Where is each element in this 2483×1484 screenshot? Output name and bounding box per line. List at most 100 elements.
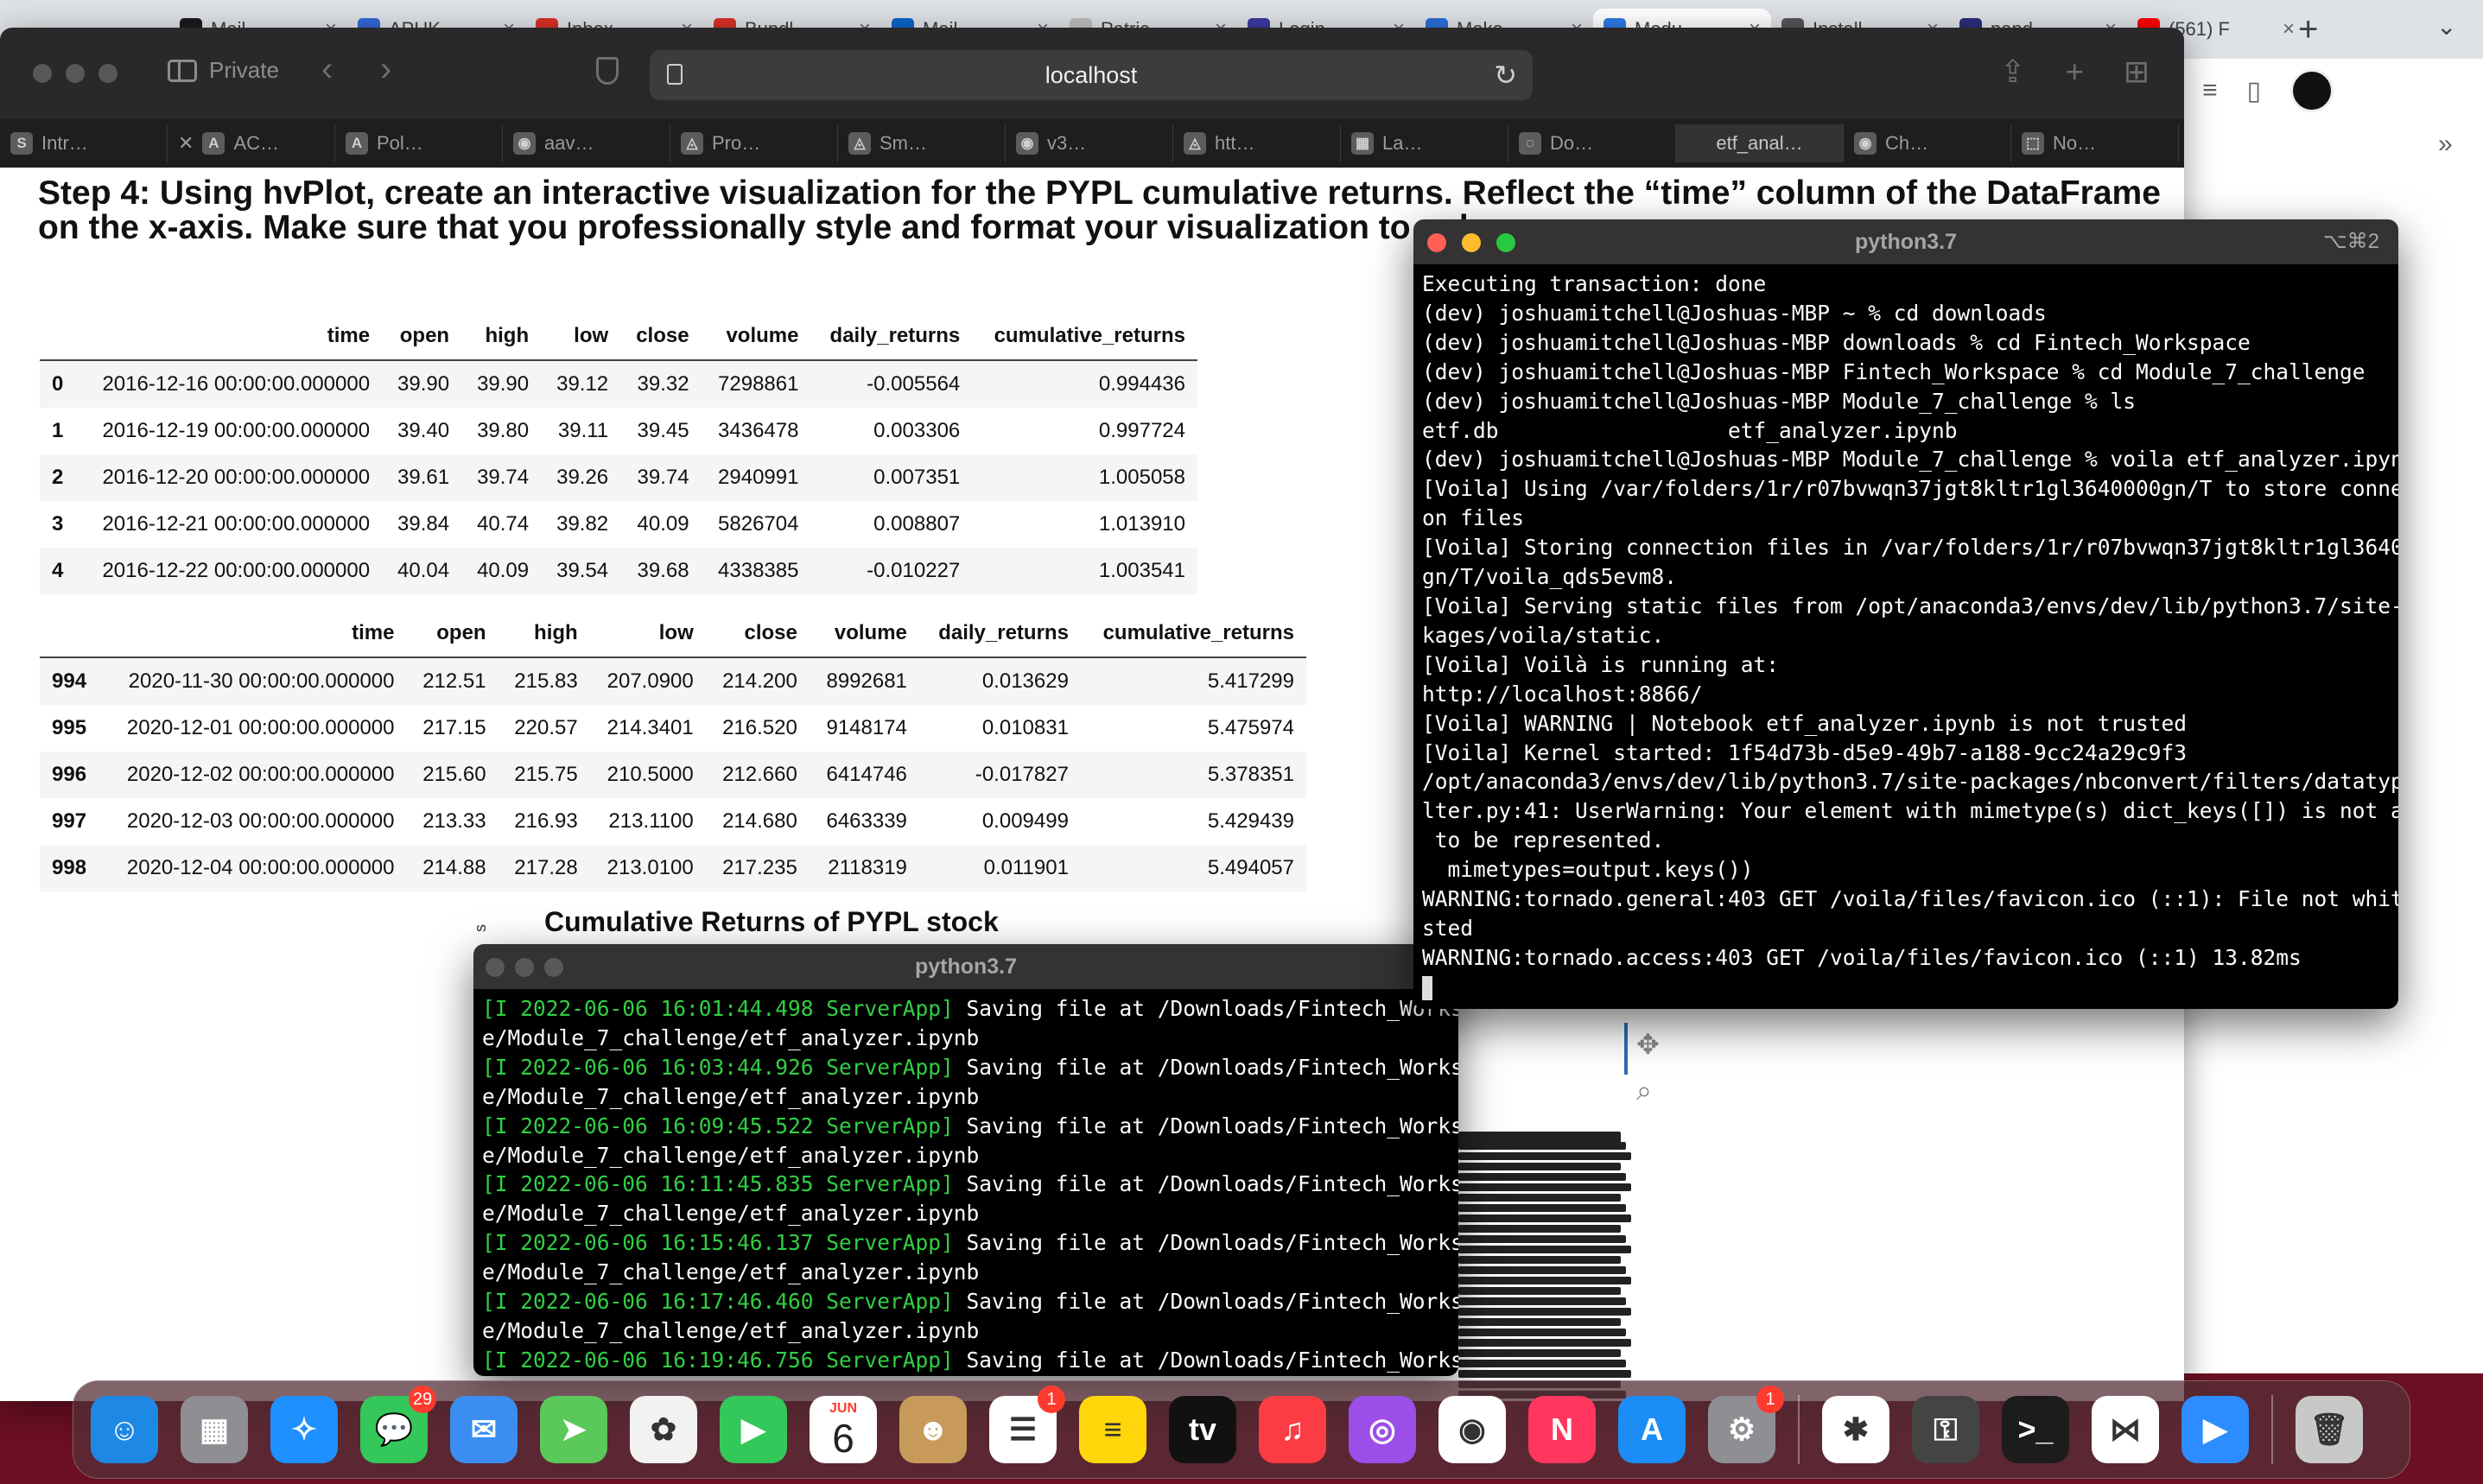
chrome-tab-search-button[interactable]: ⌄ [2436,12,2456,41]
terminal-line: [Voila] Kernel started: 1f54d73b-d5e9-49… [1422,739,2188,765]
dock-app-trash[interactable]: 🗑 [2296,1396,2363,1463]
dock: ☺ ▦ ✧ 💬 29 ✉ ➤ ✿ ▶ JUN 6 ☻ ☰ 1 ≡ tv ♫ ◎ ◉ N A ⚙ 1 ✱ ⚿ >_ ⋈ ▶ 🗑 [73,1380,2410,1479]
dock-app-messages[interactable]: 💬 29 [360,1386,436,1463]
terminal-window-voila[interactable]: python3.7 ⌥⌘2 Executing transaction: don… [1413,219,2398,1009]
table-body: 0 2016-12-16 00:00:00.000000 39.90 39.90 39.… [40,360,1197,594]
close-window-button[interactable] [33,64,52,83]
new-tab-icon[interactable]: + [2066,54,2084,90]
dock-app-reminders[interactable]: ☰ 1 [989,1386,1065,1463]
plot-stripe [1458,1349,1621,1357]
safari-tab[interactable]: ◬ Pro… [670,124,838,162]
reload-icon[interactable]: ↻ [1494,59,1517,92]
dock-app-contacts[interactable]: ☻ [899,1396,967,1463]
plot-stripe [1458,1277,1631,1284]
back-button[interactable]: ‹ [321,50,333,89]
dock-app-chrome[interactable]: ◉ [1438,1396,1506,1463]
minimize-window-button[interactable] [1462,233,1481,252]
column-header: open [382,313,462,361]
dock-app-mail[interactable]: ✉ [450,1396,518,1463]
dock-app-podcasts[interactable]: ◎ [1349,1396,1416,1463]
safari-tab[interactable]: A Pol… [335,124,503,162]
log-message: Saving file at /Downloads/Fintech_Worksp… [953,1171,1458,1197]
dock-app-apple-tv[interactable]: tv [1169,1396,1236,1463]
table-cell: 7298861 [718,372,799,396]
dock-app-system-preferences[interactable]: ⚙ 1 [1708,1386,1784,1463]
chrome-new-tab-button[interactable]: + [2298,10,2318,49]
dock-app-vscode[interactable]: ⋈ [2092,1396,2159,1463]
sidebar-toggle[interactable]: Private [168,57,279,84]
safari-tab[interactable]: ◉ aav… [503,124,670,162]
plot-stripe [1458,1360,1626,1367]
terminal-line: [I 2022-06-06 16:11:45.835 ServerApp] Sa… [482,1170,1458,1199]
terminal-window-jupyter[interactable]: python3.7 [I 2022-06-06 16:01:44.498 Ser… [473,944,1458,1376]
log-timestamp: [I 2022-06-06 16:09:45.522 ServerApp] [482,1113,954,1138]
side-panel-icon[interactable]: ▯ [2247,76,2262,106]
share-icon[interactable]: ⇪ [2000,54,2026,90]
terminal-line: mimetypes=output.keys()) [1422,857,1754,883]
minimize-window-button[interactable] [515,958,534,977]
dock-app-music[interactable]: ♫ [1259,1396,1326,1463]
column-header: cumulative_returns [972,313,1197,361]
table-row: 998 2020-12-04 00:00:00.000000 214.88 217.2… [40,845,1306,891]
dock-app-app-store[interactable]: A [1618,1396,1686,1463]
dock-app-keychain[interactable]: ⚿ [1912,1396,1979,1463]
safari-tab-label: etf_anal… [1716,132,1803,154]
dock-app-maps[interactable]: ➤ [540,1396,607,1463]
profile-avatar[interactable] [2290,69,2334,112]
close-window-button[interactable] [1427,233,1446,252]
zoom-tool-icon[interactable]: ⌕ [1636,1075,1652,1107]
table-cell: 0.011901 [983,856,1069,879]
slack-icon: ✱ [1842,1411,1870,1447]
dock-app-finder[interactable]: ☺ [91,1396,158,1463]
safari-tab[interactable]: ▦ La… [1341,124,1508,162]
dock-app-terminal[interactable]: >_ [2002,1396,2069,1463]
dock-app-photos[interactable]: ✿ [630,1396,697,1463]
safari-tab[interactable]: ◌ Do… [1508,124,1676,162]
dock-app-zoom[interactable]: ▶ [2181,1396,2249,1463]
close-tab-icon[interactable]: × [2283,17,2295,41]
dock-app-news[interactable]: N [1528,1396,1596,1463]
dock-app-slack[interactable]: ✱ [1822,1396,1889,1463]
dock-app-launchpad[interactable]: ▦ [181,1396,248,1463]
safari-tab[interactable]: etf_anal… [1676,124,1844,162]
forward-button[interactable]: › [380,50,391,89]
dock-app-safari[interactable]: ✧ [270,1396,338,1463]
minimize-window-button[interactable] [66,64,85,83]
safari-tab[interactable]: ◬ Sm… [838,124,1006,162]
terminal-output[interactable]: Executing transaction: done (dev) joshuam… [1413,264,2398,1009]
privacy-shield-icon[interactable] [596,57,619,85]
safari-tab[interactable]: ◉ v3… [1006,124,1173,162]
dock-app-facetime[interactable]: ▶ [720,1396,787,1463]
table-cell: 212.660 [722,763,797,786]
tab-favicon-icon: ◬ [848,132,871,155]
pan-tool-icon[interactable]: ✥ [1636,1028,1660,1061]
table-cell: 0.007351 [873,466,961,489]
tab-overview-icon[interactable]: ⊞ [2124,54,2150,90]
table-cell: 5.494057 [1207,856,1294,879]
log-message: e/Module_7_challenge/etf_analyzer.ipynb [482,1259,980,1285]
zoom-window-button[interactable] [544,958,563,977]
terminal-line: kages/voila/static. [1422,622,1665,648]
zoom-window-button[interactable] [98,64,117,83]
terminal-output[interactable]: [I 2022-06-06 16:01:44.498 ServerApp] Sa… [473,989,1458,1376]
address-bar[interactable]: localhost ↻ [650,50,1533,100]
photos-icon: ✿ [650,1411,677,1447]
safari-tab[interactable]: ⬚ No… [2011,124,2179,162]
safari-tab[interactable]: ◉ Ch… [1844,124,2011,162]
dock-app-notes[interactable]: ≡ [1079,1396,1146,1463]
bookmarks-overflow-button[interactable]: » [2438,130,2453,159]
table-cell: 214.680 [722,809,797,833]
row-index: 4 [52,559,64,582]
terminal-line: (dev) joshuamitchell@Joshuas-MBP Module_… [1422,388,2137,414]
dock-app-calendar[interactable]: JUN 6 [810,1396,877,1463]
terminal-line: [I 2022-06-06 16:01:44.498 ServerApp] Sa… [482,994,1458,1024]
reading-list-icon[interactable]: ≡ [2202,76,2218,105]
safari-tab[interactable]: ◬ htt… [1173,124,1341,162]
close-tab-icon[interactable]: ✕ [178,132,194,155]
safari-tab[interactable]: S Intr… [0,124,168,162]
safari-tab[interactable]: ✕ A AC… [168,124,335,162]
close-window-button[interactable] [486,958,505,977]
table-cell: 39.40 [397,419,450,442]
terminal-title: python3.7 [1854,230,1958,254]
zoom-window-button[interactable] [1496,233,1515,252]
